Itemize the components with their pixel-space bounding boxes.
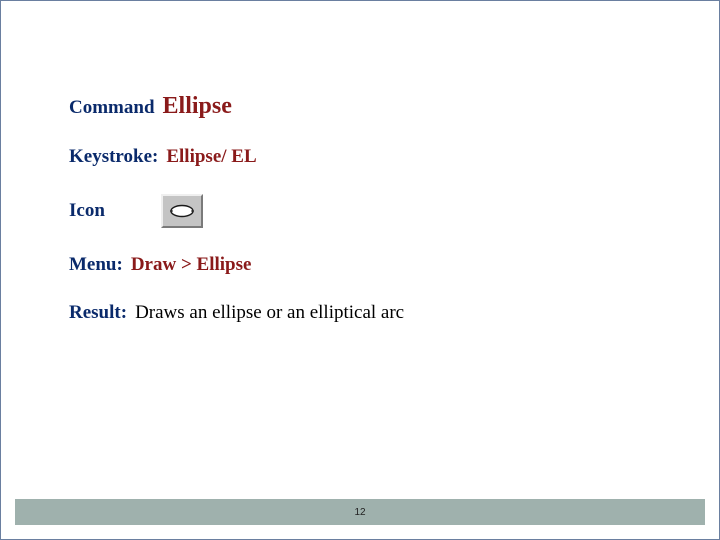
result-label: Result: [69, 302, 127, 324]
footer-bar: 12 [15, 499, 705, 525]
keystroke-value: Ellipse/ EL [166, 146, 256, 168]
result-row: Result: Draws an ellipse or an elliptica… [69, 302, 659, 324]
command-row: Command Ellipse [69, 93, 659, 120]
keystroke-row: Keystroke: Ellipse/ EL [69, 146, 659, 168]
result-value: Draws an ellipse or an elliptical arc [135, 302, 404, 324]
menu-value: Draw > Ellipse [131, 254, 252, 276]
keystroke-label: Keystroke: [69, 146, 158, 168]
command-value: Ellipse [163, 93, 232, 120]
icon-row: Icon [69, 194, 659, 228]
slide: Command Ellipse Keystroke: Ellipse/ EL I… [0, 0, 720, 540]
menu-row: Menu: Draw > Ellipse [69, 254, 659, 276]
page-number: 12 [354, 507, 365, 518]
menu-label: Menu: [69, 254, 123, 276]
slide-content: Command Ellipse Keystroke: Ellipse/ EL I… [69, 93, 659, 350]
ellipse-tool-icon [161, 194, 203, 228]
command-label: Command [69, 97, 155, 119]
icon-label: Icon [69, 200, 161, 222]
